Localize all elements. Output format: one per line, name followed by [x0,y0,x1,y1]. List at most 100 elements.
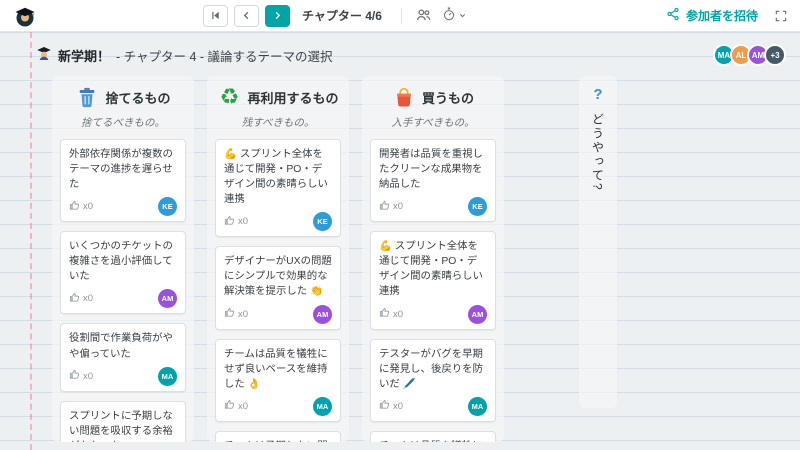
fullscreen-button[interactable] [772,7,790,25]
skip-to-start-button[interactable] [203,4,228,27]
vote-button[interactable]: x0 [224,215,248,229]
card-list: 開発者は品質を重視したクリーンな成果物を納品した x0 KE 💪 スプリント全体を通じ… [370,139,496,442]
thumbs-up-icon [379,399,390,413]
participants-button[interactable] [413,5,434,27]
vote-count: x0 [83,370,94,382]
card-list: 💪 スプリント全体を通じて開発・PO・デザイン間の素晴らしい連携 x0 KE デザイナ… [215,139,341,442]
session-header: 新学期！ - チャプター 4 - 議論するテーマの選択 MA AL AM +3 [0,32,800,70]
toolbar-right-group: 参加者を招待 [666,7,790,25]
board-column: ♻ 再利用するもの残すべきもの。 💪 スプリント全体を通じて開発・PO・デザイン間の… [207,76,349,442]
next-chapter-button[interactable] [265,4,290,27]
chapter-subtitle: - チャプター 4 - 議論するテーマの選択 [116,49,333,64]
author-avatar: MA [158,366,177,386]
author-avatar: KE [313,212,332,232]
retro-card[interactable]: チームは予期しない問題に対して非常に迅速に対応したx0EL [215,430,341,442]
vote-count: x0 [238,400,249,412]
column-header: ♻ 再利用するもの [215,85,341,109]
card-text: スプリントに予期しない問題を吸収する余裕がなかった [69,410,173,442]
retro-board: 新学期！ - チャプター 4 - 議論するテーマの選択 MA AL AM +3 捨てる… [0,32,800,450]
column-subtitle: 残すべきもの。 [241,117,315,129]
participant-avatars: MA AL AM +3 [713,44,786,66]
retro-card[interactable]: デザイナーがUXの問題にシンプルで効果的な解決策を提示した 👏 x0 AM [215,246,341,330]
vote-button[interactable]: x0 [224,399,248,413]
author-avatar: MA [468,396,487,416]
retro-card[interactable]: 開発者は品質を重視したクリーンな成果物を納品した x0 KE [370,139,496,223]
vote-count: x0 [393,400,404,412]
chapter-navigation: チャプター 4/6 [203,4,469,27]
author-avatar: MA [313,396,332,416]
thumbs-up-icon [379,307,390,321]
column-title: 買うもの [421,90,474,106]
card-text: デザイナーがUXの問題にシンプルで効果的な解決策を提示した 👏 [224,256,332,298]
card-text: いくつかのチケットの複雑さを過小評価していた [69,241,173,283]
card-footer: x0 AM [379,304,487,324]
retro-card[interactable]: いくつかのチケットの複雑さを過小評価していた x0 AM [60,231,186,315]
vote-button[interactable]: x0 [224,307,248,321]
timer-button[interactable] [440,4,469,27]
question-mark-icon: ? [593,86,603,103]
card-text: チームは品質を犠牲にせず良いペースを維持した 👌 [379,439,487,442]
author-avatar: KE [468,197,487,217]
card-text: 💪 スプリント全体を通じて開発・PO・デザイン間の素晴らしい連携 [379,241,483,298]
board-column: 買うもの 入手すべきもの。 開発者は品質を重視したクリーンな成果物を納品した x0 KE… [362,76,504,442]
column-header: 買うもの [370,85,496,109]
retro-card[interactable]: チームは品質を犠牲にせず良いペースを維持した 👌x0EL [370,430,496,442]
retro-card[interactable]: 役割間で作業負荷がやや偏っていた x0 MA [60,323,186,392]
vote-count: x0 [393,201,404,213]
collapsed-column-how[interactable]: ? どうやって? [579,76,617,408]
notebook-margin-line [30,32,32,450]
column-header: 捨てるもの [60,85,186,109]
card-text: 開発者は品質を重視したクリーンな成果物を納品した [379,149,483,191]
retro-card[interactable]: スプリントに予期しない問題を吸収する余裕がなかったx0EL [60,400,186,442]
recycle-icon: ♻ [219,84,240,109]
vote-button[interactable]: x0 [379,307,403,321]
card-text: チームは品質を犠牲にせず良いペースを維持した 👌 [224,348,328,390]
retro-card[interactable]: 💪 スプリント全体を通じて開発・PO・デザイン間の素晴らしい連携 x0 AM [370,231,496,330]
thumbs-up-icon [224,215,235,229]
retro-card[interactable]: チームは品質を犠牲にせず良いペースを維持した 👌 x0 MA [215,338,341,422]
chevron-down-icon [458,8,467,23]
card-footer: x0 MA [224,396,332,416]
thumbs-up-icon [69,292,80,306]
card-text: 💪 スプリント全体を通じて開発・PO・デザイン間の素晴らしい連携 [224,149,328,206]
card-text: チームは予期しない問題に対して非常に迅速に対応した [224,439,332,442]
collapsed-column-title: どうやって? [590,113,605,192]
vote-count: x0 [83,293,94,305]
retro-card[interactable]: テスターがバグを早期に発見し、後戻りを防いだ 🖊️ x0 MA [370,338,496,422]
thumbs-up-icon [69,369,80,383]
previous-chapter-button[interactable] [234,4,259,27]
session-title: 新学期！ [58,48,111,64]
student-icon [36,45,52,66]
card-list: 外部依存関係が複数のテーマの進捗を遅らせた x0 KE いくつかのチケットの複雑さを過… [60,139,186,442]
app-logo-icon[interactable] [12,3,37,28]
board-columns: 捨てるもの 捨てるべきもの。 外部依存関係が複数のテーマの進捗を遅らせた x0 KE いく… [0,70,800,442]
vote-button[interactable]: x0 [379,200,403,214]
retro-card[interactable]: 外部依存関係が複数のテーマの進捗を遅らせた x0 KE [60,139,186,223]
author-avatar: AM [468,304,487,324]
thumbs-up-icon [69,200,80,214]
vote-button[interactable]: x0 [379,399,403,413]
vote-count: x0 [238,308,249,320]
share-icon [666,7,680,24]
card-footer: x0 KE [379,197,487,217]
invite-participants-label: 参加者を招待 [685,9,758,23]
vote-button[interactable]: x0 [69,292,93,306]
participants-icon [415,7,432,25]
board-column: 捨てるもの捨てるべきもの。外部依存関係が複数のテーマの進捗を遅らせた x0 KE いく… [52,76,194,442]
vote-count: x0 [393,308,404,320]
vote-button[interactable]: x0 [69,200,93,214]
vote-button[interactable]: x0 [69,369,93,383]
author-avatar: AM [313,304,332,324]
timer-icon [442,6,456,25]
card-footer: x0 MA [379,396,487,416]
author-avatar: AM [158,289,177,309]
chapter-indicator: チャプター 4/6 [302,9,382,23]
column-subtitle: 捨てるべきもの。 [81,117,165,129]
column-title: 捨てるもの [105,90,171,106]
retro-card[interactable]: 💪 スプリント全体を通じて開発・PO・デザイン間の素晴らしい連携 x0 KE [215,139,341,238]
invite-participants-button[interactable]: 参加者を招待 [666,7,758,24]
toolbar-divider [400,7,402,24]
card-footer: x0 KE [69,197,177,217]
participant-avatar[interactable]: +3 [764,44,786,66]
card-text: 外部依存関係が複数のテーマの進捗を遅らせた [69,149,173,191]
